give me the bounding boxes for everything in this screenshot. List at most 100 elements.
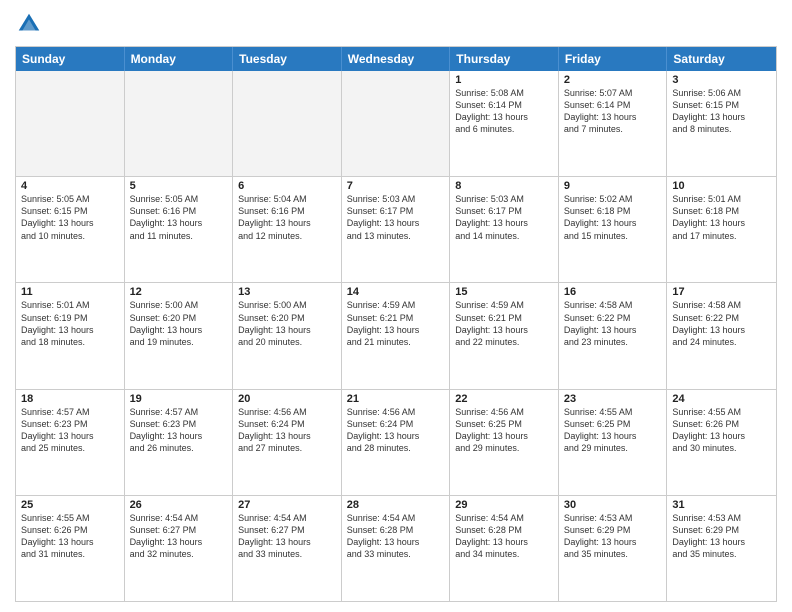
calendar-cell-day-18: 18Sunrise: 4:57 AM Sunset: 6:23 PM Dayli… bbox=[16, 390, 125, 495]
day-number: 13 bbox=[238, 286, 336, 298]
day-info: Sunrise: 5:00 AM Sunset: 6:20 PM Dayligh… bbox=[238, 299, 336, 348]
day-number: 25 bbox=[21, 499, 119, 511]
day-number: 1 bbox=[455, 74, 553, 86]
day-info: Sunrise: 5:06 AM Sunset: 6:15 PM Dayligh… bbox=[672, 87, 771, 136]
calendar-row-3: 11Sunrise: 5:01 AM Sunset: 6:19 PM Dayli… bbox=[16, 282, 776, 388]
day-info: Sunrise: 5:04 AM Sunset: 6:16 PM Dayligh… bbox=[238, 193, 336, 242]
day-number: 27 bbox=[238, 499, 336, 511]
day-info: Sunrise: 4:56 AM Sunset: 6:24 PM Dayligh… bbox=[238, 406, 336, 455]
header bbox=[15, 10, 777, 38]
weekday-header-thursday: Thursday bbox=[450, 47, 559, 71]
weekday-header-wednesday: Wednesday bbox=[342, 47, 451, 71]
day-info: Sunrise: 4:54 AM Sunset: 6:28 PM Dayligh… bbox=[455, 512, 553, 561]
calendar-row-4: 18Sunrise: 4:57 AM Sunset: 6:23 PM Dayli… bbox=[16, 389, 776, 495]
weekday-header-friday: Friday bbox=[559, 47, 668, 71]
day-info: Sunrise: 5:01 AM Sunset: 6:19 PM Dayligh… bbox=[21, 299, 119, 348]
day-info: Sunrise: 5:03 AM Sunset: 6:17 PM Dayligh… bbox=[455, 193, 553, 242]
day-number: 30 bbox=[564, 499, 662, 511]
day-info: Sunrise: 4:54 AM Sunset: 6:28 PM Dayligh… bbox=[347, 512, 445, 561]
calendar-cell-day-21: 21Sunrise: 4:56 AM Sunset: 6:24 PM Dayli… bbox=[342, 390, 451, 495]
calendar-cell-day-25: 25Sunrise: 4:55 AM Sunset: 6:26 PM Dayli… bbox=[16, 496, 125, 601]
day-info: Sunrise: 4:53 AM Sunset: 6:29 PM Dayligh… bbox=[564, 512, 662, 561]
day-number: 18 bbox=[21, 393, 119, 405]
day-number: 28 bbox=[347, 499, 445, 511]
weekday-header-monday: Monday bbox=[125, 47, 234, 71]
calendar-cell-day-10: 10Sunrise: 5:01 AM Sunset: 6:18 PM Dayli… bbox=[667, 177, 776, 282]
day-number: 26 bbox=[130, 499, 228, 511]
calendar-cell-day-1: 1Sunrise: 5:08 AM Sunset: 6:14 PM Daylig… bbox=[450, 71, 559, 176]
day-info: Sunrise: 5:01 AM Sunset: 6:18 PM Dayligh… bbox=[672, 193, 771, 242]
calendar-cell-day-3: 3Sunrise: 5:06 AM Sunset: 6:15 PM Daylig… bbox=[667, 71, 776, 176]
calendar-header: SundayMondayTuesdayWednesdayThursdayFrid… bbox=[16, 47, 776, 71]
calendar-cell-day-9: 9Sunrise: 5:02 AM Sunset: 6:18 PM Daylig… bbox=[559, 177, 668, 282]
calendar-cell-day-14: 14Sunrise: 4:59 AM Sunset: 6:21 PM Dayli… bbox=[342, 283, 451, 388]
calendar-row-2: 4Sunrise: 5:05 AM Sunset: 6:15 PM Daylig… bbox=[16, 176, 776, 282]
calendar-cell-day-11: 11Sunrise: 5:01 AM Sunset: 6:19 PM Dayli… bbox=[16, 283, 125, 388]
calendar-cell-day-6: 6Sunrise: 5:04 AM Sunset: 6:16 PM Daylig… bbox=[233, 177, 342, 282]
day-number: 16 bbox=[564, 286, 662, 298]
calendar-cell-day-7: 7Sunrise: 5:03 AM Sunset: 6:17 PM Daylig… bbox=[342, 177, 451, 282]
calendar-cell-day-15: 15Sunrise: 4:59 AM Sunset: 6:21 PM Dayli… bbox=[450, 283, 559, 388]
day-number: 11 bbox=[21, 286, 119, 298]
day-info: Sunrise: 4:59 AM Sunset: 6:21 PM Dayligh… bbox=[455, 299, 553, 348]
day-info: Sunrise: 5:02 AM Sunset: 6:18 PM Dayligh… bbox=[564, 193, 662, 242]
day-number: 7 bbox=[347, 180, 445, 192]
calendar-cell-day-28: 28Sunrise: 4:54 AM Sunset: 6:28 PM Dayli… bbox=[342, 496, 451, 601]
day-number: 19 bbox=[130, 393, 228, 405]
day-info: Sunrise: 4:57 AM Sunset: 6:23 PM Dayligh… bbox=[21, 406, 119, 455]
day-info: Sunrise: 4:54 AM Sunset: 6:27 PM Dayligh… bbox=[238, 512, 336, 561]
day-info: Sunrise: 5:05 AM Sunset: 6:16 PM Dayligh… bbox=[130, 193, 228, 242]
calendar-body: 1Sunrise: 5:08 AM Sunset: 6:14 PM Daylig… bbox=[16, 71, 776, 601]
day-number: 2 bbox=[564, 74, 662, 86]
day-info: Sunrise: 4:56 AM Sunset: 6:25 PM Dayligh… bbox=[455, 406, 553, 455]
day-number: 24 bbox=[672, 393, 771, 405]
day-number: 10 bbox=[672, 180, 771, 192]
day-number: 23 bbox=[564, 393, 662, 405]
day-number: 17 bbox=[672, 286, 771, 298]
day-info: Sunrise: 4:56 AM Sunset: 6:24 PM Dayligh… bbox=[347, 406, 445, 455]
weekday-header-sunday: Sunday bbox=[16, 47, 125, 71]
day-info: Sunrise: 5:00 AM Sunset: 6:20 PM Dayligh… bbox=[130, 299, 228, 348]
day-info: Sunrise: 4:58 AM Sunset: 6:22 PM Dayligh… bbox=[564, 299, 662, 348]
day-info: Sunrise: 5:07 AM Sunset: 6:14 PM Dayligh… bbox=[564, 87, 662, 136]
day-number: 31 bbox=[672, 499, 771, 511]
day-info: Sunrise: 4:55 AM Sunset: 6:26 PM Dayligh… bbox=[21, 512, 119, 561]
day-number: 8 bbox=[455, 180, 553, 192]
day-info: Sunrise: 4:53 AM Sunset: 6:29 PM Dayligh… bbox=[672, 512, 771, 561]
logo-icon bbox=[15, 10, 43, 38]
calendar-cell-day-27: 27Sunrise: 4:54 AM Sunset: 6:27 PM Dayli… bbox=[233, 496, 342, 601]
day-number: 20 bbox=[238, 393, 336, 405]
day-number: 15 bbox=[455, 286, 553, 298]
weekday-header-tuesday: Tuesday bbox=[233, 47, 342, 71]
day-info: Sunrise: 5:08 AM Sunset: 6:14 PM Dayligh… bbox=[455, 87, 553, 136]
page: SundayMondayTuesdayWednesdayThursdayFrid… bbox=[0, 0, 792, 612]
calendar-cell-day-30: 30Sunrise: 4:53 AM Sunset: 6:29 PM Dayli… bbox=[559, 496, 668, 601]
calendar-cell-day-29: 29Sunrise: 4:54 AM Sunset: 6:28 PM Dayli… bbox=[450, 496, 559, 601]
calendar-cell-day-20: 20Sunrise: 4:56 AM Sunset: 6:24 PM Dayli… bbox=[233, 390, 342, 495]
calendar-cell-day-24: 24Sunrise: 4:55 AM Sunset: 6:26 PM Dayli… bbox=[667, 390, 776, 495]
day-info: Sunrise: 4:55 AM Sunset: 6:25 PM Dayligh… bbox=[564, 406, 662, 455]
calendar-cell-day-26: 26Sunrise: 4:54 AM Sunset: 6:27 PM Dayli… bbox=[125, 496, 234, 601]
calendar-cell-day-4: 4Sunrise: 5:05 AM Sunset: 6:15 PM Daylig… bbox=[16, 177, 125, 282]
calendar-cell-day-2: 2Sunrise: 5:07 AM Sunset: 6:14 PM Daylig… bbox=[559, 71, 668, 176]
day-number: 22 bbox=[455, 393, 553, 405]
calendar-cell-empty bbox=[16, 71, 125, 176]
calendar-row-5: 25Sunrise: 4:55 AM Sunset: 6:26 PM Dayli… bbox=[16, 495, 776, 601]
day-number: 12 bbox=[130, 286, 228, 298]
day-number: 21 bbox=[347, 393, 445, 405]
day-info: Sunrise: 4:55 AM Sunset: 6:26 PM Dayligh… bbox=[672, 406, 771, 455]
calendar-cell-day-31: 31Sunrise: 4:53 AM Sunset: 6:29 PM Dayli… bbox=[667, 496, 776, 601]
calendar-cell-day-17: 17Sunrise: 4:58 AM Sunset: 6:22 PM Dayli… bbox=[667, 283, 776, 388]
day-number: 14 bbox=[347, 286, 445, 298]
calendar-cell-day-19: 19Sunrise: 4:57 AM Sunset: 6:23 PM Dayli… bbox=[125, 390, 234, 495]
calendar-cell-empty bbox=[233, 71, 342, 176]
day-number: 9 bbox=[564, 180, 662, 192]
calendar-cell-day-22: 22Sunrise: 4:56 AM Sunset: 6:25 PM Dayli… bbox=[450, 390, 559, 495]
logo bbox=[15, 10, 47, 38]
weekday-header-saturday: Saturday bbox=[667, 47, 776, 71]
day-number: 6 bbox=[238, 180, 336, 192]
calendar-cell-day-5: 5Sunrise: 5:05 AM Sunset: 6:16 PM Daylig… bbox=[125, 177, 234, 282]
calendar-cell-day-23: 23Sunrise: 4:55 AM Sunset: 6:25 PM Dayli… bbox=[559, 390, 668, 495]
calendar-cell-empty bbox=[125, 71, 234, 176]
calendar-cell-day-16: 16Sunrise: 4:58 AM Sunset: 6:22 PM Dayli… bbox=[559, 283, 668, 388]
